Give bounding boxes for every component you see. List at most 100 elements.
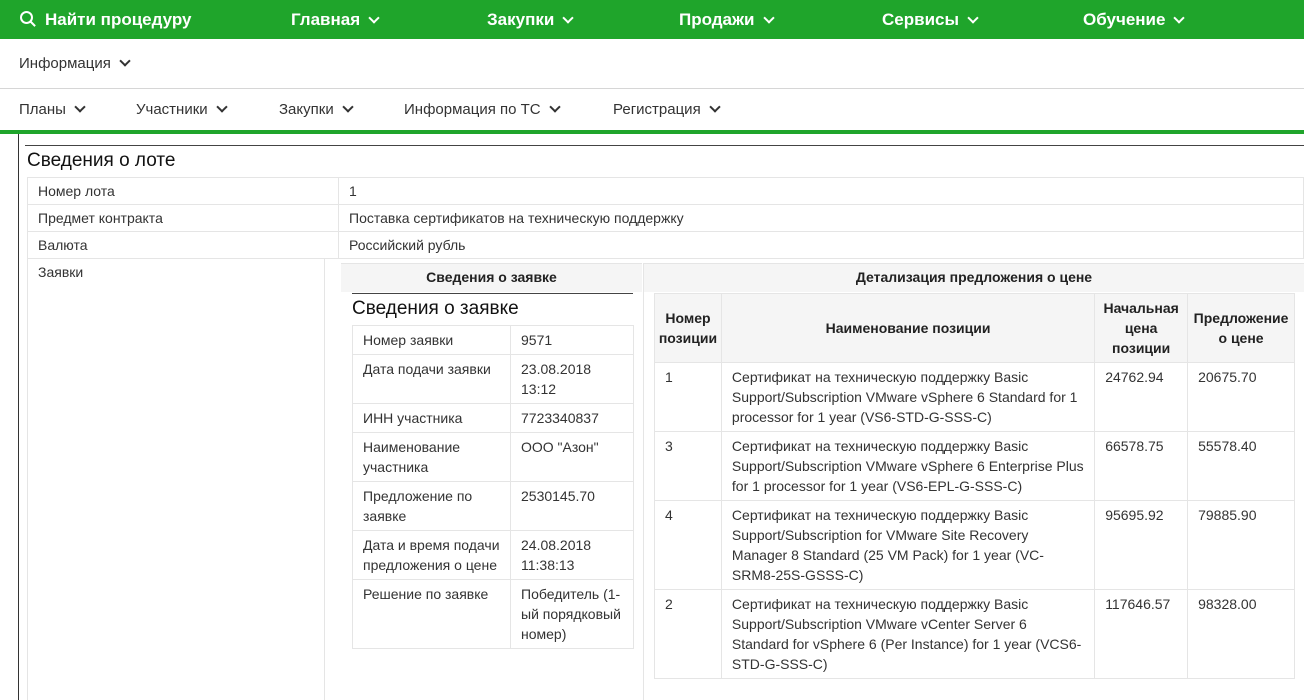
chevron-down-icon	[342, 101, 354, 113]
inn-label: ИНН участника	[352, 403, 511, 433]
subnav-ts-info[interactable]: Информация по ТС	[404, 101, 561, 118]
nav-main[interactable]: Главная	[291, 0, 380, 39]
currency-label: Валюта	[27, 231, 339, 259]
position-start-price: 24762.94	[1094, 362, 1189, 432]
position-start-price: 117646.57	[1094, 589, 1189, 679]
table-row: Предложение по заявке 2530145.70	[352, 481, 634, 531]
lot-section-title: Сведения о лоте	[27, 150, 176, 171]
position-number: 3	[654, 431, 722, 501]
position-number: 1	[654, 362, 722, 432]
table-row: Предмет контракта Поставка сертификатов …	[27, 204, 1304, 232]
section-divider	[352, 293, 633, 294]
subnav-registration-label: Регистрация	[613, 101, 701, 118]
participant-name-value: ООО "Азон"	[510, 432, 634, 482]
subnav-ts-info-label: Информация по ТС	[404, 101, 541, 118]
position-name: Сертификат на техническую поддержку Basi…	[720, 431, 1096, 501]
nav-sales[interactable]: Продажи	[679, 0, 775, 39]
contract-subject-label: Предмет контракта	[27, 204, 339, 232]
contract-subject-value: Поставка сертификатов на техническую под…	[338, 204, 1304, 232]
chevron-down-icon	[967, 12, 979, 24]
subnav-secondary: Планы Участники Закупки Информация по ТС…	[0, 89, 1304, 134]
position-name: Сертификат на техническую поддержку Basi…	[720, 589, 1096, 679]
find-procedure-link[interactable]: Найти процедуру	[20, 0, 191, 39]
chevron-down-icon	[562, 12, 574, 24]
app-number-value: 9571	[510, 325, 634, 355]
top-navbar: Найти процедуру Главная Закупки Продажи …	[0, 0, 1304, 39]
table-row: 2 Сертификат на техническую поддержку Ba…	[654, 589, 1295, 679]
table-row: Дата и время подачи предложения о цене 24…	[352, 530, 634, 580]
table-row: Решение по заявке Победитель (1-ый порядк…	[352, 579, 634, 649]
subnav-plans[interactable]: Планы	[19, 101, 86, 118]
application-title: Сведения о заявке	[352, 298, 519, 319]
column-separator	[643, 263, 644, 700]
table-header-row: Номер позиции Наименование позиции Начал…	[654, 293, 1295, 363]
app-number-label: Номер заявки	[352, 325, 511, 355]
nav-education-label: Обучение	[1083, 10, 1166, 29]
nav-main-label: Главная	[291, 10, 361, 29]
subnav-registration[interactable]: Регистрация	[613, 101, 721, 118]
search-icon	[20, 11, 33, 24]
nav-services-label: Сервисы	[882, 10, 959, 29]
app-date-value: 23.08.2018 13:12	[510, 354, 634, 404]
table-row: Наименование участника ООО "Азон"	[352, 432, 634, 482]
applications-label: Заявки	[38, 264, 84, 280]
lot-number-value: 1	[338, 177, 1304, 205]
offer-datetime-value: 24.08.2018 11:38:13	[510, 530, 634, 580]
app-offer-label: Предложение по заявке	[352, 481, 511, 531]
position-offer: 79885.90	[1187, 500, 1295, 590]
decision-value: Победитель (1-ый порядковый номер)	[510, 579, 634, 649]
table-row: Валюта Российский рубль	[27, 231, 1304, 259]
position-number: 2	[654, 589, 722, 679]
chevron-down-icon	[709, 101, 721, 113]
app-offer-value: 2530145.70	[510, 481, 634, 531]
application-table: Номер заявки 9571 Дата подачи заявки 23.08…	[352, 325, 634, 649]
position-number: 4	[654, 500, 722, 590]
nav-services[interactable]: Сервисы	[882, 0, 979, 39]
row-border	[324, 258, 325, 700]
chevron-down-icon	[762, 12, 775, 24]
chevron-down-icon	[548, 101, 561, 113]
col-start-price: Начальная цена позиции	[1094, 293, 1189, 363]
table-row: 3 Сертификат на техническую поддержку Ba…	[654, 431, 1295, 501]
content-left-border	[18, 134, 19, 700]
col-position-number: Номер позиции	[654, 293, 722, 363]
offer-datetime-label: Дата и время подачи предложения о цене	[352, 530, 511, 580]
subnav-purchases[interactable]: Закупки	[279, 101, 354, 118]
table-row: ИНН участника 7723340837	[352, 403, 634, 433]
position-start-price: 66578.75	[1094, 431, 1189, 501]
currency-value: Российский рубль	[338, 231, 1304, 259]
participant-name-label: Наименование участника	[352, 432, 511, 482]
row-border	[27, 258, 28, 700]
section-divider	[25, 145, 1304, 146]
chevron-down-icon	[1173, 12, 1186, 24]
position-offer: 55578.40	[1187, 431, 1295, 501]
nav-education[interactable]: Обучение	[1083, 0, 1186, 39]
position-start-price: 95695.92	[1094, 500, 1189, 590]
nav-purchases[interactable]: Закупки	[487, 0, 574, 39]
subnav-participants[interactable]: Участники	[136, 101, 228, 118]
col-position-name: Наименование позиции	[720, 293, 1096, 363]
subnav-plans-label: Планы	[19, 101, 66, 118]
nav-purchases-label: Закупки	[487, 10, 555, 29]
subnav-information-label: Информация	[19, 55, 111, 72]
position-name: Сертификат на техническую поддержку Basi…	[720, 362, 1096, 432]
table-row: 4 Сертификат на техническую поддержку Ba…	[654, 500, 1295, 590]
subnav-participants-label: Участники	[136, 101, 208, 118]
decision-label: Решение по заявке	[352, 579, 511, 649]
app-date-label: Дата подачи заявки	[352, 354, 511, 404]
chevron-down-icon	[74, 101, 86, 113]
chevron-down-icon	[216, 101, 228, 113]
chevron-down-icon	[368, 12, 380, 24]
subnav-primary: Информация	[0, 39, 1304, 89]
table-row: Номер заявки 9571	[352, 325, 634, 355]
subnav-information[interactable]: Информация	[19, 55, 131, 72]
positions-table: Номер позиции Наименование позиции Начал…	[654, 293, 1295, 679]
table-row: Дата подачи заявки 23.08.2018 13:12	[352, 354, 634, 404]
inn-value: 7723340837	[510, 403, 634, 433]
position-offer: 20675.70	[1187, 362, 1295, 432]
col-price-offer: Предложение о цене	[1187, 293, 1295, 363]
chevron-down-icon	[119, 55, 131, 67]
position-offer: 98328.00	[1187, 589, 1295, 679]
table-row: 1 Сертификат на техническую поддержку Ba…	[654, 362, 1295, 432]
price-detail-header: Детализация предложения о цене	[644, 263, 1304, 292]
